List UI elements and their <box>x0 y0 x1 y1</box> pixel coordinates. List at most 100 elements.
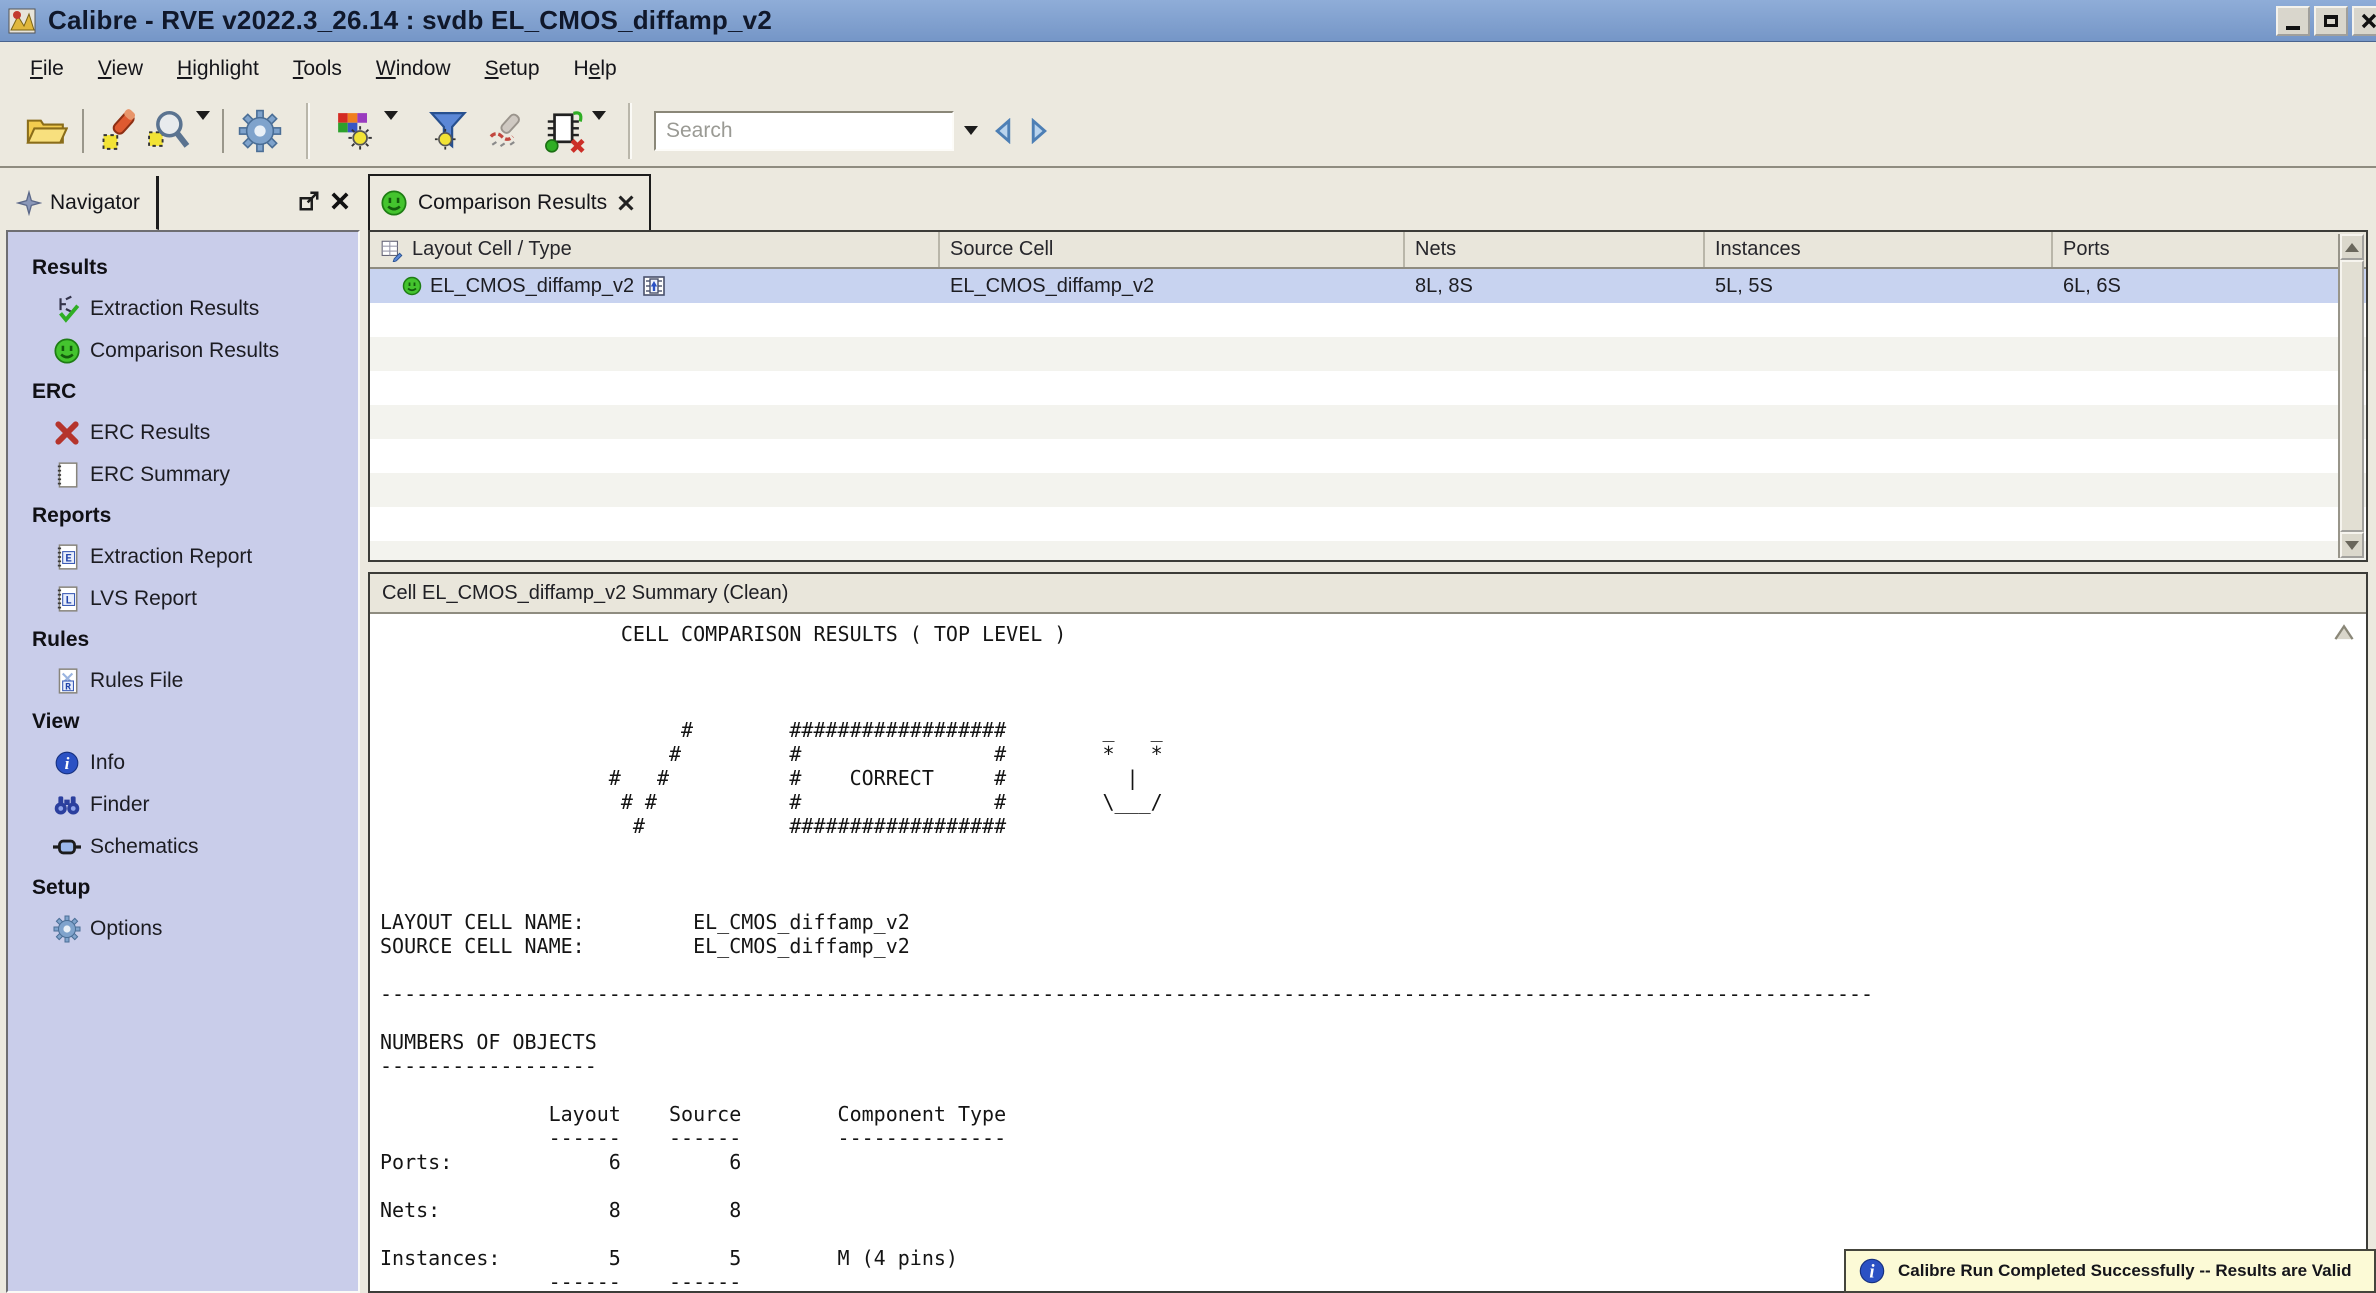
maximize-icon <box>2324 15 2338 27</box>
scrollbar-thumb[interactable] <box>2340 260 2364 532</box>
highlight-button[interactable] <box>96 107 144 155</box>
status-notification[interactable]: i Calibre Run Completed Successfully -- … <box>1844 1249 2376 1293</box>
menu-help[interactable]: Help <box>564 52 627 86</box>
highlighter-icon <box>98 109 142 153</box>
cell-nets[interactable]: 8L, 8S <box>1405 269 1705 303</box>
menubar: File View Highlight Tools Window Setup H… <box>0 43 2376 95</box>
nav-item-erc-results[interactable]: ERC Results <box>8 412 358 454</box>
float-panel-icon[interactable] <box>298 190 320 212</box>
table-row-selected[interactable]: EL_CMOS_diffamp_v2 EL_CMOS_diffamp_v2 8L… <box>370 269 2366 303</box>
menu-window[interactable]: Window <box>366 52 461 86</box>
menu-setup[interactable]: Setup <box>475 52 550 86</box>
nav-section-erc: ERC <box>8 372 358 412</box>
minimize-button[interactable] <box>2276 6 2310 36</box>
document-l-icon: L <box>52 584 82 614</box>
cell-source-cell[interactable]: EL_CMOS_diffamp_v2 <box>940 269 1405 303</box>
minimize-icon <box>2286 26 2300 30</box>
nav-item-label: Comparison Results <box>90 339 279 363</box>
nav-item-label: Options <box>90 917 162 941</box>
filter-funnel-icon <box>426 109 470 153</box>
clear-highlights-button[interactable] <box>482 107 530 155</box>
nav-item-comparison-results[interactable]: ERC Comparison Results <box>8 330 358 372</box>
svg-text:i: i <box>65 754 70 773</box>
menu-highlight[interactable]: Highlight <box>167 52 269 86</box>
navigator-tab[interactable]: Navigator <box>6 176 159 230</box>
document-r-icon: R <box>52 666 82 696</box>
column-label: Layout Cell / Type <box>412 238 572 261</box>
schematic-options-dropdown-icon[interactable] <box>592 111 606 120</box>
nav-item-label: ERC Results <box>90 421 210 445</box>
summary-body[interactable]: CELL COMPARISON RESULTS ( TOP LEVEL ) # … <box>370 616 2366 1291</box>
close-panel-icon[interactable] <box>330 191 350 211</box>
navigator-panel: Navigator Results Extraction Results ERC <box>6 172 360 1293</box>
svg-text:L: L <box>65 595 71 607</box>
zoom-highlight-icon <box>145 109 191 153</box>
close-tab-icon[interactable] <box>617 194 635 212</box>
svg-text:E: E <box>65 553 72 565</box>
lvs-report-text: CELL COMPARISON RESULTS ( TOP LEVEL ) # … <box>370 616 2366 1291</box>
summary-title: Cell EL_CMOS_diffamp_v2 Summary (Clean) <box>382 582 788 605</box>
search-input[interactable] <box>654 111 954 151</box>
search-box <box>654 111 1050 151</box>
nav-item-lvs-report[interactable]: L LVS Report <box>8 578 358 620</box>
nav-item-label: LVS Report <box>90 587 197 611</box>
summary-header: Cell EL_CMOS_diffamp_v2 Summary (Clean) <box>370 574 2366 614</box>
smiley-icon <box>52 336 82 366</box>
nav-item-erc-summary[interactable]: ERC Summary <box>8 454 358 496</box>
search-next-icon[interactable] <box>1028 118 1050 144</box>
palette-highlight-icon <box>334 109 378 153</box>
cell-instances[interactable]: 5L, 5S <box>1705 269 2053 303</box>
nav-item-rules-file[interactable]: R Rules File <box>8 660 358 702</box>
tab-comparison-results[interactable]: Comparison Results <box>368 174 651 230</box>
clear-highlight-icon <box>484 109 528 153</box>
schematic-view-options-button[interactable] <box>540 107 588 155</box>
nav-item-schematics[interactable]: Schematics <box>8 826 358 868</box>
instances-value: 5L, 5S <box>1715 275 1773 298</box>
nav-item-label: Extraction Results <box>90 297 259 321</box>
scroll-down-button[interactable] <box>2340 532 2364 558</box>
main-tabrow: Comparison Results <box>368 172 2368 230</box>
cell-ports[interactable]: 6L, 6S <box>2053 269 2366 303</box>
zoom-options-dropdown-icon[interactable] <box>196 111 210 120</box>
menu-tools[interactable]: Tools <box>283 52 352 86</box>
cell-layout-cell[interactable]: EL_CMOS_diffamp_v2 <box>370 269 940 303</box>
column-header-ports[interactable]: Ports <box>2053 232 2366 267</box>
search-dropdown-icon[interactable] <box>964 126 978 135</box>
close-button[interactable] <box>2352 6 2376 36</box>
menu-view[interactable]: View <box>88 52 153 86</box>
maximize-button[interactable] <box>2314 6 2348 36</box>
menu-file[interactable]: File <box>20 52 74 86</box>
nav-item-label: Rules File <box>90 669 183 693</box>
column-header-source-cell[interactable]: Source Cell <box>940 232 1405 267</box>
toolbar-groove <box>628 103 632 159</box>
column-header-nets[interactable]: Nets <box>1405 232 1705 267</box>
scroll-up-hint-icon[interactable] <box>2332 622 2356 642</box>
notification-text: Calibre Run Completed Successfully -- Re… <box>1898 1261 2351 1281</box>
zoom-to-highlight-button[interactable] <box>144 107 192 155</box>
empty-table-rows <box>370 303 2366 560</box>
column-label: Instances <box>1715 238 1801 261</box>
tab-label: Comparison Results <box>418 191 607 215</box>
red-x-icon <box>52 418 82 448</box>
toolbar-groove <box>306 103 310 159</box>
table-vertical-scrollbar[interactable] <box>2338 234 2364 558</box>
setup-options-button[interactable] <box>236 107 284 155</box>
highlight-colors-dropdown-icon[interactable] <box>384 111 398 120</box>
open-results-button[interactable] <box>22 107 70 155</box>
green-circle-icon <box>402 276 422 296</box>
scroll-up-button[interactable] <box>2340 234 2364 260</box>
filter-results-button[interactable] <box>424 107 472 155</box>
column-label: Ports <box>2063 238 2110 261</box>
column-header-layout-cell[interactable]: Layout Cell / Type <box>370 232 940 267</box>
navigator-pinwheel-icon <box>16 190 42 216</box>
nav-item-options[interactable]: Options <box>8 908 358 950</box>
nav-item-extraction-report[interactable]: E Extraction Report <box>8 536 358 578</box>
nav-item-extraction-results[interactable]: Extraction Results <box>8 288 358 330</box>
search-prev-icon[interactable] <box>992 118 1014 144</box>
highlight-colors-button[interactable] <box>332 107 380 155</box>
nav-section-reports: Reports <box>8 496 358 536</box>
gear-icon <box>52 914 82 944</box>
nav-item-finder[interactable]: Finder <box>8 784 358 826</box>
nav-item-info[interactable]: i Info <box>8 742 358 784</box>
column-header-instances[interactable]: Instances <box>1705 232 2053 267</box>
